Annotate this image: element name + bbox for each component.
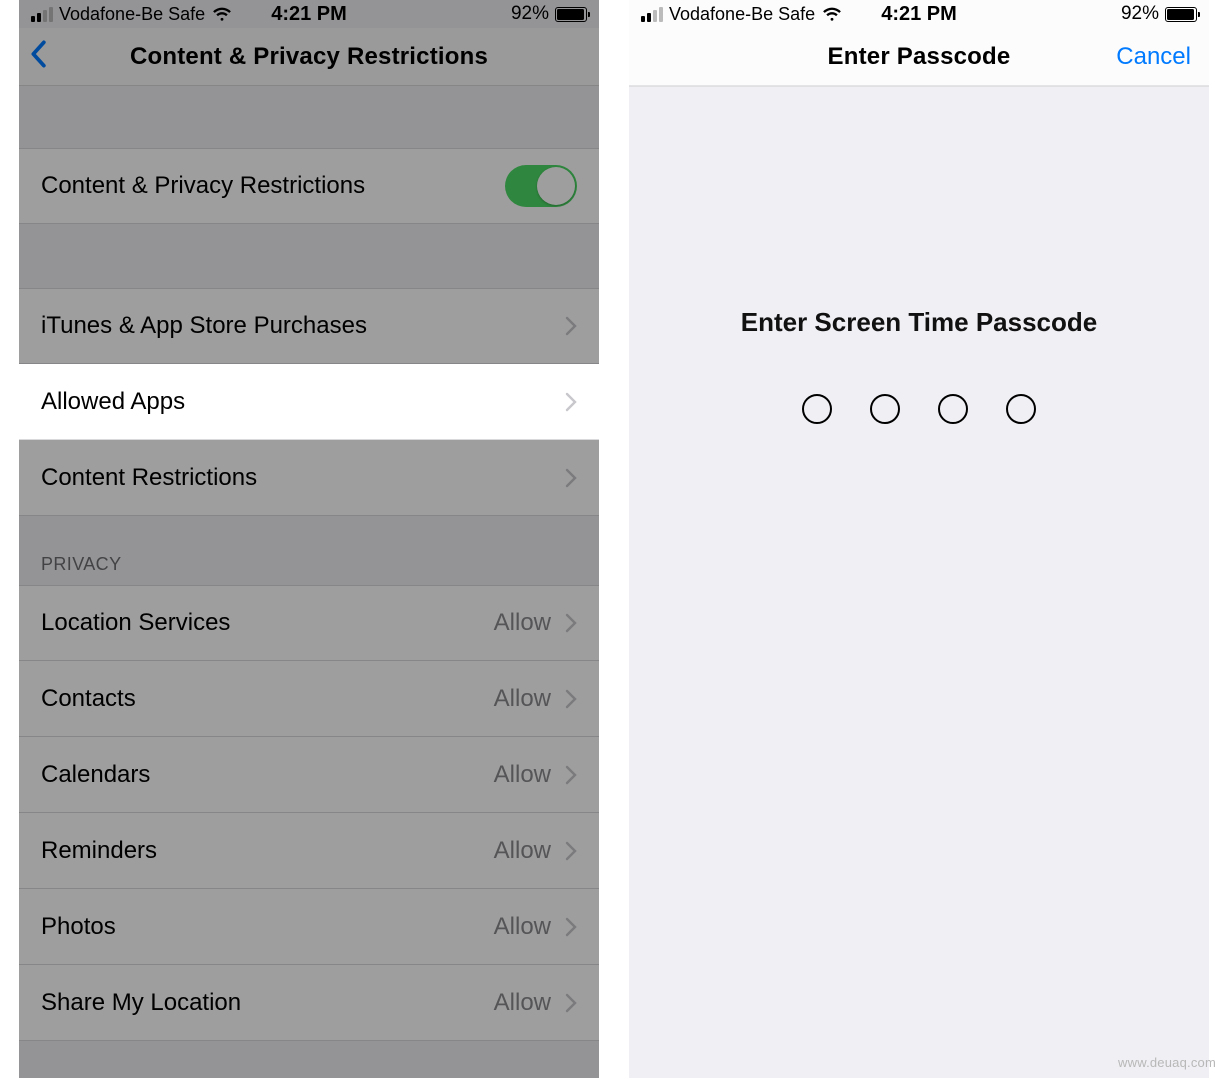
chevron-right-icon (565, 765, 577, 785)
cell-label: Contacts (41, 685, 494, 713)
navbar: Enter Passcode Cancel (629, 28, 1209, 86)
cell-label: Content & Privacy Restrictions (41, 172, 505, 200)
status-time: 4:21 PM (881, 3, 957, 26)
chevron-right-icon (565, 689, 577, 709)
section-header-privacy: PRIVACY (19, 516, 599, 585)
chevron-right-icon (565, 468, 577, 488)
cancel-button[interactable]: Cancel (1116, 43, 1191, 71)
signal-icon (31, 6, 53, 22)
status-bar: Vodafone-Be Safe 4:21 PM 92% (629, 0, 1209, 28)
cell-detail: Allow (494, 989, 551, 1017)
settings-list: Content & Privacy Restrictions iTunes & … (19, 86, 599, 1078)
signal-icon (641, 6, 663, 22)
page-title: Enter Passcode (828, 43, 1011, 71)
navbar: Content & Privacy Restrictions (19, 28, 599, 86)
cell-label: Allowed Apps (41, 388, 565, 416)
passcode-dot (802, 394, 832, 424)
back-button[interactable] (29, 40, 55, 74)
chevron-right-icon (565, 613, 577, 633)
passcode-dot (870, 394, 900, 424)
passcode-dot (1006, 394, 1036, 424)
passcode-dots[interactable] (802, 394, 1036, 424)
cell-label: Reminders (41, 837, 494, 865)
chevron-right-icon (565, 841, 577, 861)
toggle-row-content-privacy[interactable]: Content & Privacy Restrictions (19, 148, 599, 224)
chevron-right-icon (565, 993, 577, 1013)
cell-label: Location Services (41, 609, 494, 637)
chevron-right-icon (565, 316, 577, 336)
cell-label: Share My Location (41, 989, 494, 1017)
row-contacts[interactable]: Contacts Allow (19, 661, 599, 737)
cell-detail: Allow (494, 913, 551, 941)
cell-label: Photos (41, 913, 494, 941)
cell-detail: Allow (494, 761, 551, 789)
row-itunes-purchases[interactable]: iTunes & App Store Purchases (19, 288, 599, 364)
toggle-on-icon[interactable] (505, 165, 577, 207)
chevron-right-icon (565, 392, 577, 412)
page-title: Content & Privacy Restrictions (130, 43, 488, 71)
cell-detail: Allow (494, 685, 551, 713)
carrier-label: Vodafone-Be Safe (669, 4, 815, 25)
row-share-location[interactable]: Share My Location Allow (19, 965, 599, 1041)
carrier-label: Vodafone-Be Safe (59, 4, 205, 25)
cell-label: Content Restrictions (41, 464, 565, 492)
row-calendars[interactable]: Calendars Allow (19, 737, 599, 813)
battery-icon (555, 7, 587, 22)
status-time: 4:21 PM (271, 3, 347, 26)
row-allowed-apps[interactable]: Allowed Apps (19, 364, 599, 440)
cell-detail: Allow (494, 609, 551, 637)
battery-percent: 92% (1121, 3, 1159, 25)
passcode-dot (938, 394, 968, 424)
cell-detail: Allow (494, 837, 551, 865)
screenshot-left: Vodafone-Be Safe 4:21 PM 92% Content & P… (19, 0, 599, 1078)
row-photos[interactable]: Photos Allow (19, 889, 599, 965)
row-content-restrictions[interactable]: Content Restrictions (19, 440, 599, 516)
passcode-prompt: Enter Screen Time Passcode (741, 307, 1097, 338)
chevron-right-icon (565, 917, 577, 937)
watermark: www.deuaq.com (1118, 1055, 1216, 1070)
battery-icon (1165, 7, 1197, 22)
wifi-icon (211, 6, 233, 22)
wifi-icon (821, 6, 843, 22)
screenshot-right: Vodafone-Be Safe 4:21 PM 92% Enter Passc… (629, 0, 1209, 1078)
cell-label: Calendars (41, 761, 494, 789)
battery-percent: 92% (511, 3, 549, 25)
row-reminders[interactable]: Reminders Allow (19, 813, 599, 889)
passcode-body: Enter Screen Time Passcode (629, 86, 1209, 1078)
cell-label: iTunes & App Store Purchases (41, 312, 565, 340)
status-bar: Vodafone-Be Safe 4:21 PM 92% (19, 0, 599, 28)
row-location-services[interactable]: Location Services Allow (19, 585, 599, 661)
